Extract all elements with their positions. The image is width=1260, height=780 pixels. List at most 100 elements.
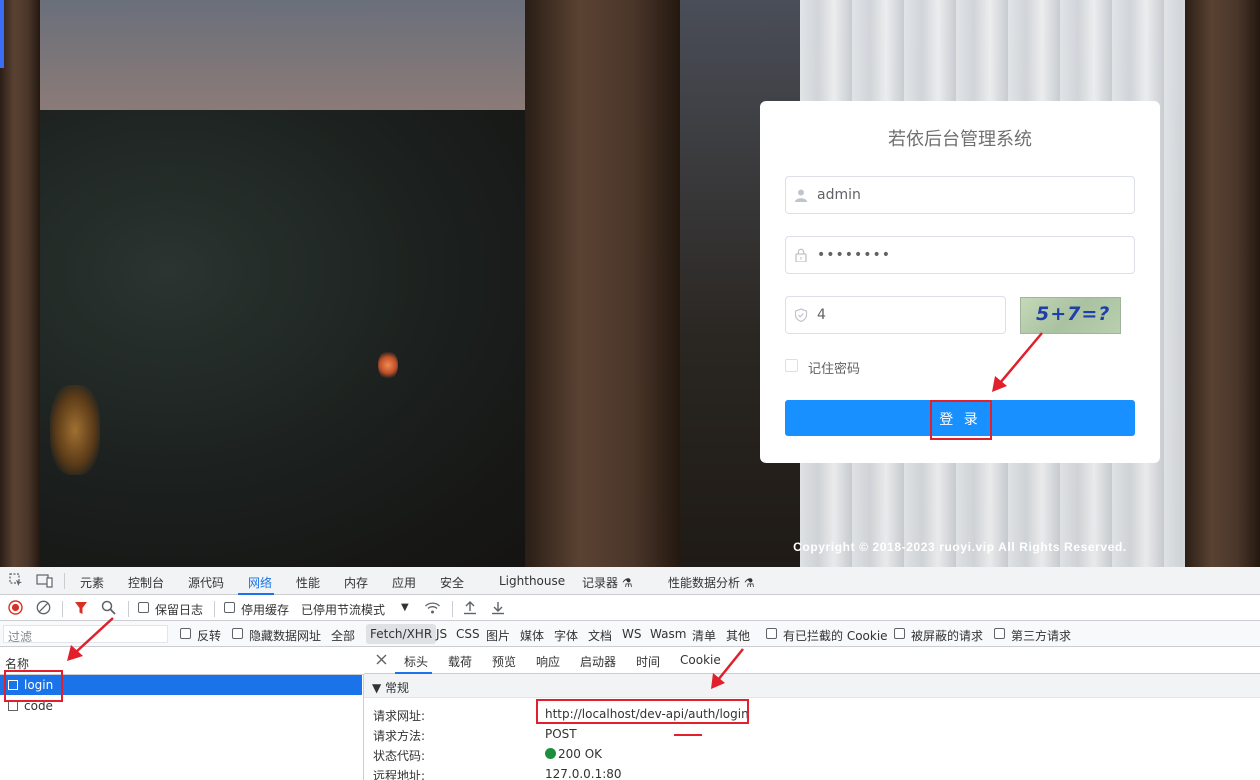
type-filter-img[interactable]: 图片 [482,624,514,644]
password-value: •••••••• [817,247,892,263]
throttling-select[interactable]: 已停用节流模式 [301,601,385,618]
captcha-text: 5+7=? [1036,303,1111,325]
type-filter-doc[interactable]: 文档 [584,624,616,644]
blocked-cookies-label: 有已拦截的 Cookie [783,629,888,643]
status-dot-icon [545,748,556,759]
shield-icon [794,308,808,322]
annotation-underline [674,734,702,736]
header-row-status-code: 状态代码: 200 OK [364,744,1260,764]
search-icon[interactable] [101,600,116,615]
toolbar-separator [62,601,63,617]
tab-performance-insights[interactable]: 性能数据分析 ⚗ [668,574,755,591]
background-trees [0,110,560,567]
tab-recorder[interactable]: 记录器 ⚗ [582,574,633,591]
tab-network[interactable]: 网络 [248,574,272,591]
type-filter-fetch-xhr[interactable]: Fetch/XHR [366,624,437,644]
header-key: 请求网址: [373,709,426,723]
general-section-header[interactable]: ▼ 常规 [364,674,1260,698]
type-filter-media[interactable]: 媒体 [516,624,548,644]
captcha-value: 4 [817,307,826,323]
disable-cache-label: 停用缓存 [241,603,290,617]
filter-icon[interactable] [74,601,88,615]
blocked-requests-label: 被屏蔽的请求 [911,629,984,643]
window-frame-left [0,0,40,567]
detail-tabs: 标头 载荷 预览 响应 启动器 时间 Cookie [364,647,1260,674]
remember-checkbox[interactable] [785,359,798,372]
network-toolbar: 保留日志 停用缓存 已停用节流模式 ▼ [0,595,1260,621]
hide-data-urls-checkbox[interactable] [232,628,243,639]
tab-application[interactable]: 应用 [392,574,416,591]
tab-preview[interactable]: 预览 [492,653,516,670]
filter-input[interactable]: 过滤 [3,625,168,644]
type-filter-font[interactable]: 字体 [550,624,582,644]
remember-label: 记住密码 [808,362,861,377]
tab-console[interactable]: 控制台 [128,574,164,591]
type-filter-css[interactable]: CSS [452,624,484,644]
tab-cookies[interactable]: Cookie [680,653,721,667]
clear-icon[interactable] [36,600,51,615]
header-value: POST [545,727,577,741]
captcha-image[interactable]: 5+7=? [1020,297,1121,334]
blocked-requests-checkbox[interactable] [894,628,905,639]
disable-cache-checkbox[interactable] [224,602,235,613]
download-icon[interactable] [491,600,505,615]
tab-response[interactable]: 响应 [536,653,560,670]
type-filter-js[interactable]: JS [432,624,451,644]
tab-payload[interactable]: 载荷 [448,653,472,670]
device-toggle-icon[interactable] [36,573,53,588]
type-filter-manifest[interactable]: 清单 [688,624,720,644]
toolbar-separator [452,601,453,617]
annotation-box-request-url [536,699,749,724]
tab-performance[interactable]: 性能 [296,574,320,591]
captcha-input[interactable]: 4 [785,296,1006,334]
type-filter-wasm[interactable]: Wasm [646,624,690,644]
tab-security[interactable]: 安全 [440,574,464,591]
username-field[interactable]: admin [785,176,1135,214]
blocked-cookies-checkbox[interactable] [766,628,777,639]
hide-data-urls-label: 隐藏数据网址 [249,629,322,643]
type-filter-all[interactable]: 全部 [327,624,359,644]
annotation-box-login-request [4,670,63,702]
window-frame-center [525,0,680,567]
network-conditions-icon[interactable] [424,600,441,615]
toolbar-separator [128,601,129,617]
tab-sources[interactable]: 源代码 [188,574,224,591]
type-filter-other[interactable]: 其他 [722,624,754,644]
toolbar-separator [214,601,215,617]
status-text: 200 OK [558,747,603,761]
tab-initiator[interactable]: 启动器 [580,653,616,670]
tab-elements[interactable]: 元素 [80,574,104,591]
tab-headers[interactable]: 标头 [404,653,428,670]
lock-icon [795,248,807,262]
page-edge-marker [0,0,4,68]
invert-checkbox[interactable] [180,628,191,639]
background-light [378,350,398,380]
filter-placeholder: 过滤 [8,630,33,644]
record-stop-icon[interactable] [8,600,23,615]
filter-bar: 过滤 反转 隐藏数据网址 全部 Fetch/XHR JS CSS 图片 媒体 字… [0,621,1260,647]
window-frame-right [1185,0,1260,567]
toolbar-separator [64,573,65,589]
password-field[interactable]: •••••••• [785,236,1135,274]
preserve-log-checkbox[interactable] [138,602,149,613]
tab-timing[interactable]: 时间 [636,653,660,670]
header-key: 远程地址: [373,769,426,780]
upload-icon[interactable] [463,600,477,615]
request-type-icon [8,701,18,711]
devtools-panel: 元素 控制台 源代码 网络 性能 内存 应用 安全 Lighthouse 记录器… [0,567,1260,780]
login-title: 若依后台管理系统 [888,129,1032,150]
third-party-checkbox[interactable] [994,628,1005,639]
chevron-down-icon[interactable]: ▼ [401,602,409,613]
tab-memory[interactable]: 内存 [344,574,368,591]
annotation-box-login-button [930,400,992,440]
inspect-element-icon[interactable] [9,573,24,588]
devtools-main-tabs: 元素 控制台 源代码 网络 性能 内存 应用 安全 Lighthouse 记录器… [0,567,1260,595]
header-key: 请求方法: [373,729,426,743]
header-row-remote-address: 远程地址: 127.0.0.1:80 [364,764,1260,780]
close-icon[interactable] [376,654,387,665]
user-icon [795,189,807,202]
header-value: 127.0.0.1:80 [545,767,622,780]
preserve-log-label: 保留日志 [155,603,204,617]
tab-lighthouse[interactable]: Lighthouse [499,574,565,588]
type-filter-ws[interactable]: WS [618,624,645,644]
